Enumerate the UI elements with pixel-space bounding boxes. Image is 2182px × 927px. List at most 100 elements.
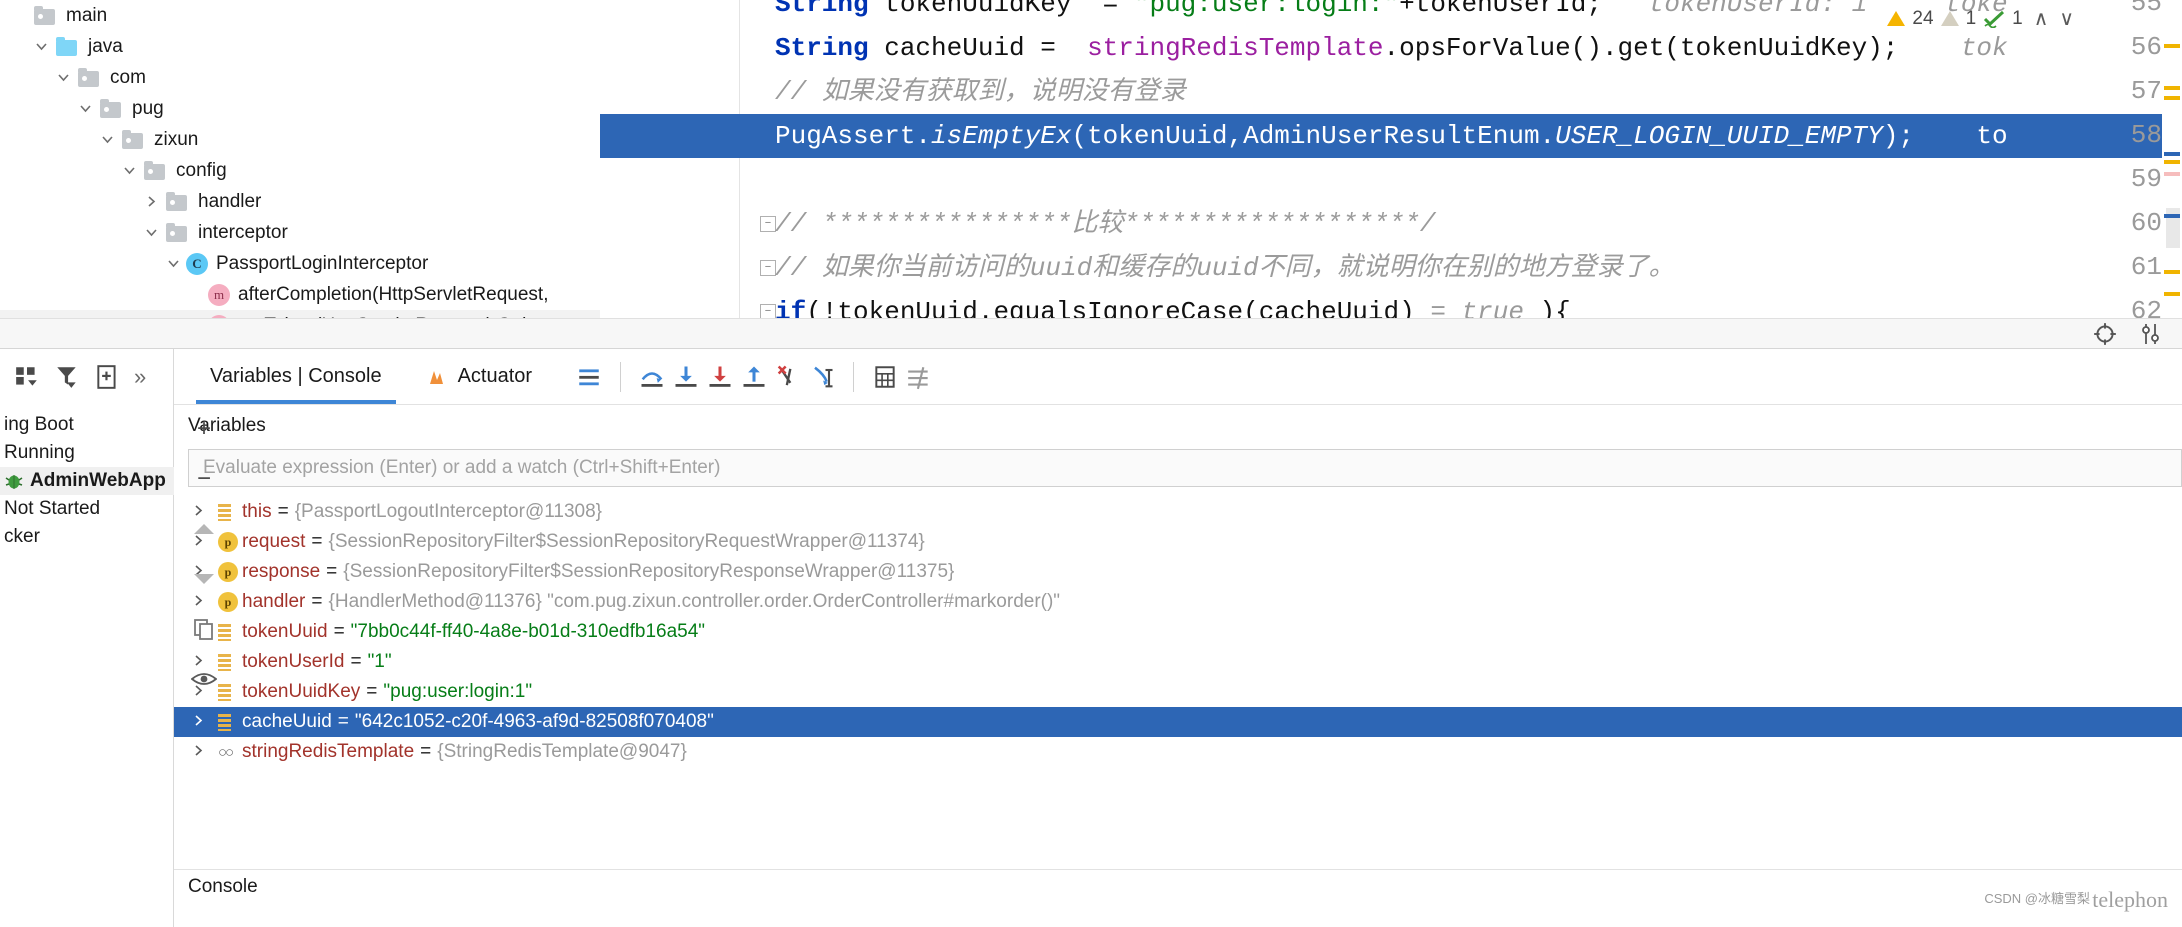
chevron-right-more-icon[interactable]: »: [134, 364, 146, 390]
tree-item-label: interceptor: [198, 221, 288, 243]
variable-name: tokenUserId: [242, 651, 345, 672]
variable-row[interactable]: ○○ stringRedisTemplate = {StringRedisTempla…: [174, 737, 2182, 767]
marker-warning[interactable]: [2164, 44, 2180, 48]
tree-item-interceptor[interactable]: interceptor: [0, 217, 600, 248]
tab-variables-console[interactable]: Variables | Console: [188, 349, 404, 404]
marker-warning[interactable]: [2164, 86, 2180, 90]
variable-row[interactable]: p response = {SessionRepositoryFilter$Sessi…: [174, 557, 2182, 587]
debug-session-panel[interactable]: » ing Boot Running AdminWebApp Not Started c…: [0, 349, 174, 927]
code-line[interactable]: String tokenUuidKey = "pug:user:login:"+…: [775, 0, 2008, 26]
variable-value: "pug:user:login:1": [383, 681, 533, 702]
chevron-down-icon[interactable]: [50, 71, 76, 84]
tree-item-main[interactable]: main: [0, 0, 600, 31]
console-tab-label[interactable]: Console: [174, 870, 2182, 898]
marker-warning[interactable]: [2164, 96, 2180, 100]
watermark: telephon: [2092, 887, 2168, 912]
next-problem-icon[interactable]: ∨: [2059, 6, 2074, 31]
step-out-icon[interactable]: [737, 360, 771, 394]
tree-item-zixun[interactable]: zixun: [0, 124, 600, 155]
tree-item-passportlogininterceptor[interactable]: C PassportLoginInterceptor: [0, 248, 600, 279]
add-frame-icon[interactable]: [94, 364, 120, 390]
editor-gutter[interactable]: [600, 0, 740, 348]
tree-item-java[interactable]: java: [0, 31, 600, 62]
scroll-up-icon[interactable]: [189, 514, 219, 544]
inspection-widget[interactable]: 24 1 1 ∧ ∨: [1887, 6, 2074, 31]
evaluate-expression-icon[interactable]: [868, 360, 902, 394]
debug-tool-window: » ing Boot Running AdminWebApp Not Started c…: [0, 348, 2182, 927]
line-number: 55: [2130, 0, 2162, 18]
chevron-down-icon[interactable]: [72, 102, 98, 115]
evaluate-expression-input[interactable]: Evaluate expression (Enter) or add a wat…: [188, 449, 2182, 487]
settings-icon[interactable]: [902, 360, 936, 394]
variable-row[interactable]: this = {PassportLogoutInterceptor@11308}: [174, 497, 2182, 527]
force-step-into-icon[interactable]: [703, 360, 737, 394]
variable-name: this: [242, 501, 272, 522]
chevron-down-icon[interactable]: [28, 40, 54, 53]
marker-warning[interactable]: [2164, 292, 2180, 296]
variable-row[interactable]: tokenUuid = "7bb0c44f-ff40-4a8e-b01d-310ed…: [174, 617, 2182, 647]
code-line[interactable]: // 如果没有获取到，说明没有登录: [775, 70, 1186, 114]
drop-frame-icon[interactable]: [771, 360, 805, 394]
ide-window: main java com pug zixun config handler intercep…: [0, 0, 2182, 927]
debug-left-toolbar: »: [0, 349, 174, 404]
marker-error[interactable]: [2164, 172, 2180, 176]
filter-icon[interactable]: [54, 364, 80, 390]
scroll-down-icon[interactable]: [189, 564, 219, 594]
session-line[interactable]: Running: [0, 439, 174, 467]
project-tree[interactable]: main java com pug zixun config handler intercep…: [0, 0, 600, 348]
tree-item-config[interactable]: config: [0, 155, 600, 186]
variable-row[interactable]: p handler = {HandlerMethod@11376} "com.pug.…: [174, 587, 2182, 617]
chevron-down-icon[interactable]: [138, 226, 164, 239]
locate-target-icon[interactable]: [2092, 321, 2118, 347]
tab-actuator[interactable]: Actuator: [404, 349, 554, 404]
chevron-down-icon[interactable]: [94, 133, 120, 146]
copy-icon[interactable]: [189, 614, 219, 644]
step-over-icon[interactable]: [635, 360, 669, 394]
tree-item-handler[interactable]: handler: [0, 186, 600, 217]
prev-problem-icon[interactable]: ∧: [2034, 6, 2049, 31]
variables-list[interactable]: this = {PassportLogoutInterceptor@11308} p r…: [174, 497, 2182, 869]
session-line[interactable]: ing Boot: [0, 411, 174, 439]
folder-icon: [142, 160, 168, 181]
code-line[interactable]: PugAssert.isEmptyEx(tokenUuid,AdminUserR…: [775, 114, 2008, 158]
variable-row[interactable]: tokenUuidKey = "pug:user:login:1": [174, 677, 2182, 707]
layout-icon[interactable]: [14, 364, 40, 390]
marker-warning[interactable]: [2164, 160, 2180, 164]
variable-row[interactable]: cacheUuid = "642c1052-c20f-4963-af9d-82508…: [174, 707, 2182, 737]
variables-side-toolbar: + −: [174, 404, 234, 869]
step-into-icon[interactable]: [669, 360, 703, 394]
settings-strip-icon[interactable]: [2140, 322, 2162, 346]
session-line[interactable]: cker: [0, 523, 174, 551]
tree-item-aftercompletion-httpservletrequest-[interactable]: m afterCompletion(HttpServletRequest,: [0, 279, 600, 310]
line-number: 58: [2130, 120, 2162, 150]
variable-name: tokenUuid: [242, 621, 328, 642]
code-fold-marker[interactable]: −: [760, 216, 776, 232]
editor-bottom-strip: [0, 318, 2182, 348]
marker-warning[interactable]: [2164, 270, 2180, 274]
variable-row[interactable]: p request = {SessionRepositoryFilter$Sessio…: [174, 527, 2182, 557]
run-to-cursor-icon[interactable]: [805, 360, 839, 394]
code-editor[interactable]: 55 String tokenUuidKey = "pug:user:login:…: [600, 0, 2182, 348]
add-watch-icon[interactable]: +: [189, 414, 219, 444]
session-line[interactable]: Not Started: [0, 495, 174, 523]
code-line[interactable]: // 如果你当前访问的uuid和缓存的uuid不同，就说明你在别的地方登录了。: [775, 246, 1675, 290]
folder-icon: [76, 67, 102, 88]
chevron-down-icon[interactable]: [116, 164, 142, 177]
tree-item-com[interactable]: com: [0, 62, 600, 93]
editor-marker-bar[interactable]: [2162, 0, 2182, 348]
chevron-down-icon[interactable]: [160, 257, 186, 270]
code-line[interactable]: // ****************比较*******************…: [775, 202, 1436, 246]
remove-watch-icon[interactable]: −: [189, 464, 219, 494]
chevron-right-icon[interactable]: [138, 195, 164, 208]
marker-selection[interactable]: [2164, 214, 2180, 218]
class-icon: C: [186, 252, 208, 275]
marker-selection[interactable]: [2164, 152, 2180, 156]
variable-name: cacheUuid: [242, 711, 332, 732]
tree-item-pug[interactable]: pug: [0, 93, 600, 124]
variable-row[interactable]: tokenUserId = "1": [174, 647, 2182, 677]
eye-icon[interactable]: [189, 664, 219, 694]
code-fold-marker[interactable]: −: [760, 260, 776, 276]
code-line[interactable]: String cacheUuid = stringRedisTemplate.o…: [775, 26, 2008, 70]
session-line[interactable]: AdminWebApp: [0, 467, 174, 495]
console-lines-icon[interactable]: [572, 360, 606, 394]
